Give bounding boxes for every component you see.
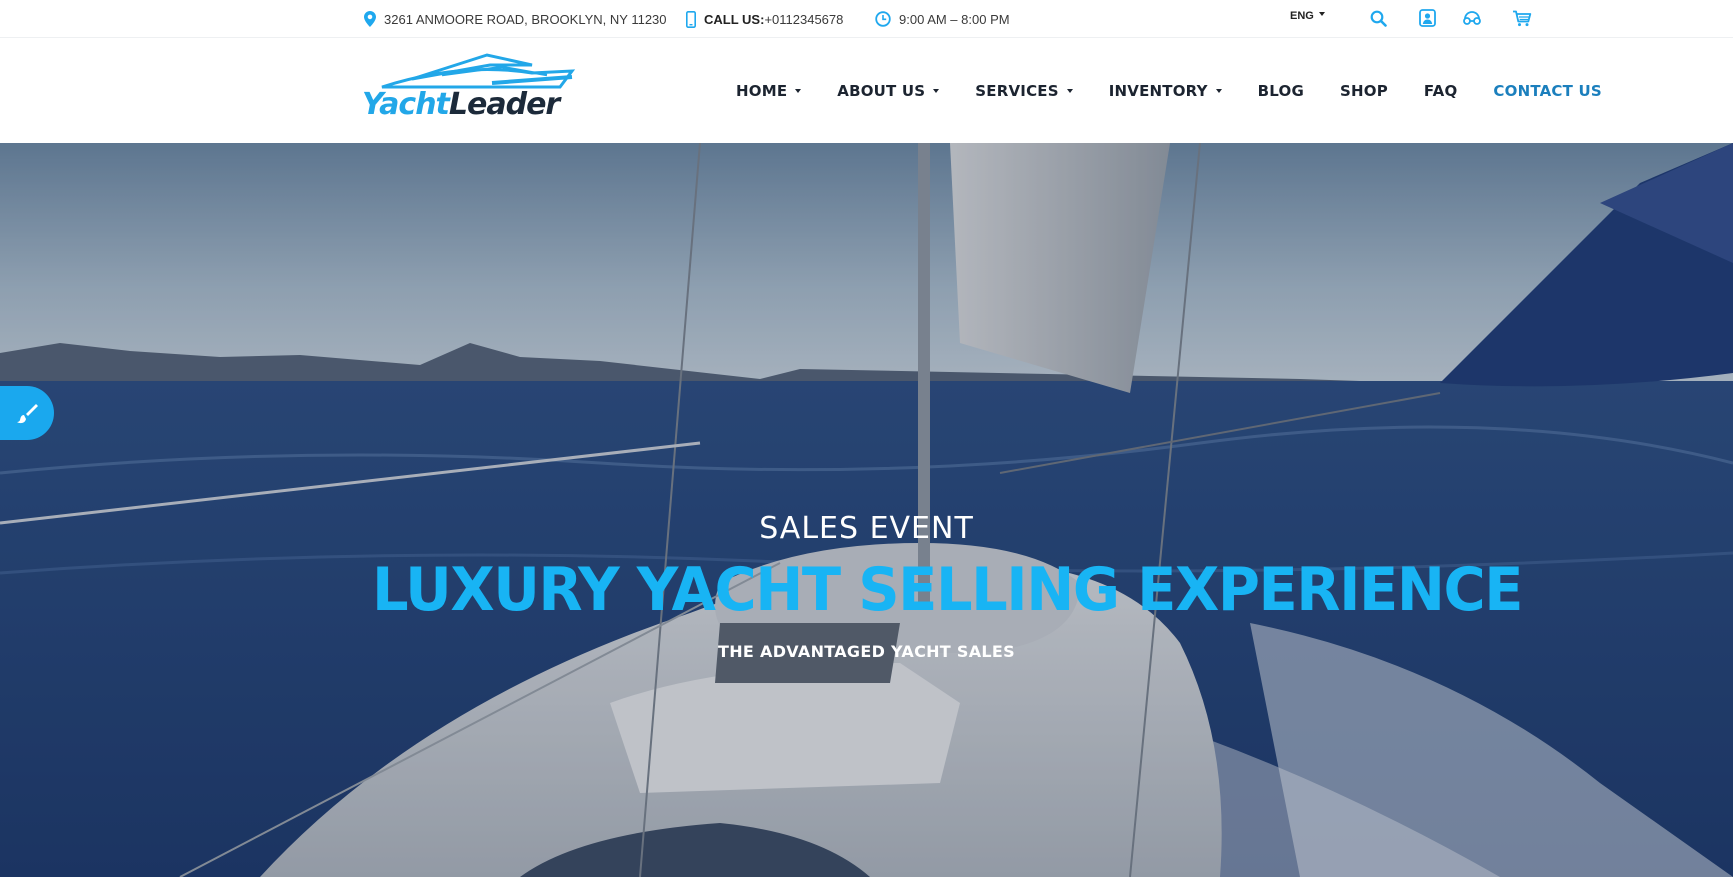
- clock-icon: [875, 11, 891, 27]
- account-button[interactable]: [1416, 7, 1438, 29]
- nav-inventory[interactable]: INVENTORY: [1109, 82, 1222, 100]
- compare-button[interactable]: [1461, 7, 1483, 29]
- nav-faq[interactable]: FAQ: [1424, 82, 1458, 100]
- cart-icon: [1513, 10, 1532, 26]
- phone-info: CALL US: +0112345678: [686, 9, 843, 29]
- logo-text-yacht: Yacht: [362, 87, 450, 122]
- nav-services[interactable]: SERVICES: [975, 82, 1073, 100]
- nav-shop[interactable]: SHOP: [1340, 82, 1388, 100]
- style-switcher-button[interactable]: [0, 386, 54, 440]
- hero-kicker: SALES EVENT: [759, 511, 974, 546]
- search-button[interactable]: [1367, 7, 1389, 29]
- site-header: YachtLeader HOME ABOUT US SERVICES INVEN…: [0, 39, 1733, 143]
- language-selector[interactable]: ENG: [1290, 10, 1325, 22]
- nav-services-label: SERVICES: [975, 82, 1059, 100]
- hero-subtitle: THE ADVANTAGED YACHT SALES: [718, 642, 1015, 661]
- nav-contact-us-label: CONTACT US: [1493, 82, 1602, 100]
- hero-image-overlay: [0, 143, 1733, 877]
- site-logo[interactable]: YachtLeader: [360, 53, 580, 123]
- chevron-down-icon: [795, 89, 802, 93]
- nav-about-us[interactable]: ABOUT US: [837, 82, 940, 100]
- compare-icon: [1463, 11, 1481, 25]
- address-text: 3261 ANMOORE ROAD, BROOKLYN, NY 11230: [384, 11, 667, 27]
- hours-info: 9:00 AM – 8:00 PM: [875, 9, 1010, 29]
- search-icon: [1370, 10, 1387, 27]
- nav-blog[interactable]: BLOG: [1258, 82, 1304, 100]
- logo-text-leader: Leader: [448, 87, 560, 122]
- chevron-down-icon: [1215, 89, 1222, 93]
- chevron-down-icon: [933, 89, 940, 93]
- nav-faq-label: FAQ: [1423, 82, 1458, 100]
- top-info-bar: 3261 ANMOORE ROAD, BROOKLYN, NY 11230 CA…: [0, 0, 1733, 38]
- hours-text: 9:00 AM – 8:00 PM: [899, 11, 1010, 27]
- map-pin-icon: [364, 11, 376, 27]
- phone-number[interactable]: +0112345678: [764, 12, 843, 27]
- nav-blog-label: BLOG: [1257, 82, 1304, 100]
- hero-banner: SALES EVENT LUXURY YACHT SELLING EXPERIE…: [0, 143, 1733, 877]
- hero-title: LUXURY YACHT SELLING EXPERIENCE: [372, 555, 1523, 625]
- chevron-down-icon: [1066, 89, 1073, 93]
- chevron-down-icon: [1318, 12, 1325, 16]
- nav-home-label: HOME: [736, 82, 788, 100]
- user-icon: [1418, 9, 1436, 27]
- mobile-phone-icon: [686, 10, 696, 28]
- nav-about-us-label: ABOUT US: [837, 82, 926, 100]
- nav-contact-us[interactable]: CONTACT US: [1493, 82, 1601, 100]
- paintbrush-icon: [17, 404, 38, 424]
- nav-home[interactable]: HOME: [736, 82, 802, 100]
- logo-wordmark: YachtLeader: [362, 87, 560, 122]
- main-navigation: HOME ABOUT US SERVICES INVENTORY BLOG SH…: [736, 82, 1602, 100]
- nav-inventory-label: INVENTORY: [1108, 82, 1208, 100]
- cart-button[interactable]: [1511, 7, 1533, 29]
- nav-shop-label: SHOP: [1340, 82, 1388, 100]
- phone-label: CALL US:: [704, 11, 765, 27]
- language-label: ENG: [1290, 10, 1314, 22]
- address-info: 3261 ANMOORE ROAD, BROOKLYN, NY 11230: [364, 9, 667, 29]
